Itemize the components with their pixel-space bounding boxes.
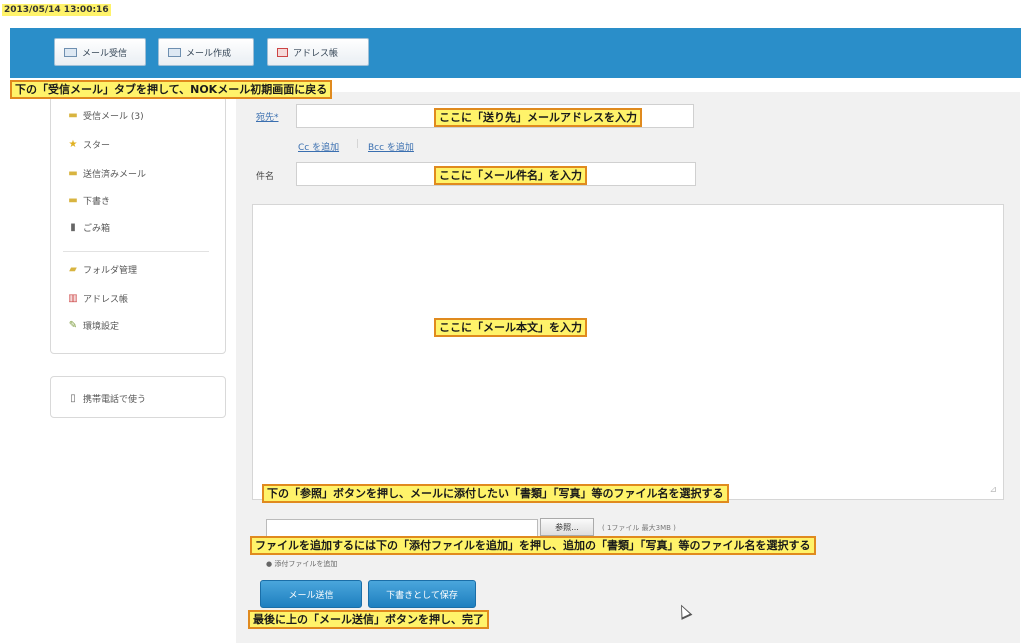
annotation-to: ここに「送り先」メールアドレスを入力: [434, 108, 642, 127]
to-label[interactable]: 宛先*: [256, 110, 279, 123]
tab-address-book[interactable]: アドレス帳: [267, 38, 369, 66]
file-limit-info: ( 1ファイル 最大3MB ): [602, 524, 676, 532]
sidebar-item-sent[interactable]: ▬ 送信済みメール: [67, 167, 146, 180]
sidebar-item-label: スター: [83, 141, 111, 151]
sidebar-item-preferences[interactable]: ✎ 環境設定: [67, 319, 119, 332]
bcc-link[interactable]: Bcc を追加: [368, 140, 414, 153]
mobile-panel: ▯ 携帯電話で使う: [50, 376, 226, 418]
tab-inbox[interactable]: メール受信: [54, 38, 146, 66]
folder-icon: ▬: [68, 168, 78, 179]
sidebar-item-trash[interactable]: ▮ ごみ箱: [67, 221, 110, 234]
resize-handle-icon[interactable]: ⊿: [989, 485, 997, 495]
sidebar-item-folder-settings[interactable]: ▰ フォルダ管理: [67, 263, 137, 276]
sidebar-item-label: 下書き: [83, 197, 111, 207]
sidebar-item-drafts[interactable]: ▬ 下書き: [67, 194, 110, 207]
trash-icon: ▮: [70, 222, 76, 233]
add-attachment-link[interactable]: ● 添付ファイルを追加: [266, 559, 337, 569]
compose-icon: [168, 47, 181, 57]
mobile-link-label: 携帯電話で使う: [83, 395, 147, 405]
tab-compose[interactable]: メール作成: [158, 38, 254, 66]
body-textarea[interactable]: ⊿: [252, 204, 1004, 500]
annotation-body: ここに「メール本文」を入力: [434, 318, 587, 337]
add-attachment-label: 添付ファイルを追加: [274, 560, 338, 568]
sidebar-item-label: 環境設定: [83, 322, 120, 332]
add-attachment-icon: ●: [266, 560, 273, 568]
sidebar-item-address-book[interactable]: ▥ アドレス帳: [67, 292, 128, 305]
sidebar-item-label: 受信メール (3): [83, 112, 144, 122]
annotation-subject: ここに「メール件名」を入力: [434, 166, 587, 185]
book-icon: ▥: [68, 293, 78, 304]
send-button[interactable]: メール送信: [260, 580, 362, 608]
mobile-phone-icon: ▯: [70, 393, 76, 404]
file-path-input[interactable]: [266, 519, 538, 537]
star-icon: ★: [68, 139, 78, 150]
mobile-link[interactable]: ▯ 携帯電話で使う: [67, 392, 146, 405]
compose-panel: 宛先* Cc を追加 | Bcc を追加 件名 ⊿ 参照... ( 1ファイル …: [236, 92, 1020, 643]
subject-label: 件名: [256, 172, 275, 182]
link-separator: |: [356, 139, 360, 149]
sidebar-item-label: フォルダ管理: [83, 266, 138, 276]
sidebar-item-label: 送信済みメール: [83, 170, 147, 180]
tab-address-book-label: アドレス帳: [293, 48, 339, 59]
annotation-browse: 下の「参照」ボタンを押し、メールに添付したい「書類」「写真」等のファイル名を選択…: [262, 484, 729, 503]
sidebar-item-starred[interactable]: ★ スター: [67, 138, 111, 151]
sidebar-item-inbox[interactable]: ▬ 受信メール (3): [67, 109, 144, 122]
save-draft-button[interactable]: 下書きとして保存: [368, 580, 476, 608]
wrench-icon: ✎: [68, 320, 78, 331]
browse-button[interactable]: 参照...: [540, 518, 594, 536]
sidebar-item-label: ごみ箱: [83, 224, 111, 234]
sidebar-divider: [63, 251, 209, 252]
timestamp: 2013/05/14 13:00:16: [2, 4, 111, 16]
sidebar-item-label: アドレス帳: [83, 295, 129, 305]
address-book-icon: [277, 47, 288, 57]
folder-settings-icon: ▰: [69, 264, 77, 275]
folder-icon: ▬: [68, 110, 78, 121]
folder-icon: ▬: [68, 195, 78, 206]
annotation-send: 最後に上の「メール送信」ボタンを押し、完了: [248, 610, 489, 629]
inbox-icon: [64, 47, 77, 57]
cc-link[interactable]: Cc を追加: [298, 140, 339, 153]
tab-inbox-label: メール受信: [82, 48, 128, 59]
tab-compose-label: メール作成: [186, 48, 232, 59]
sidebar: ▬ 受信メール (3) ★ スター ▬ 送信済みメール ▬ 下書き ▮ ごみ箱 …: [50, 96, 226, 354]
annotation-inbox: 下の「受信メール」タブを押して、NOKメール初期画面に戻る: [10, 80, 333, 99]
annotation-add-file: ファイルを追加するには下の「添付ファイルを追加」を押し、追加の「書類」「写真」等…: [250, 536, 816, 555]
top-nav-bar: メール受信 メール作成 アドレス帳: [10, 28, 1021, 78]
